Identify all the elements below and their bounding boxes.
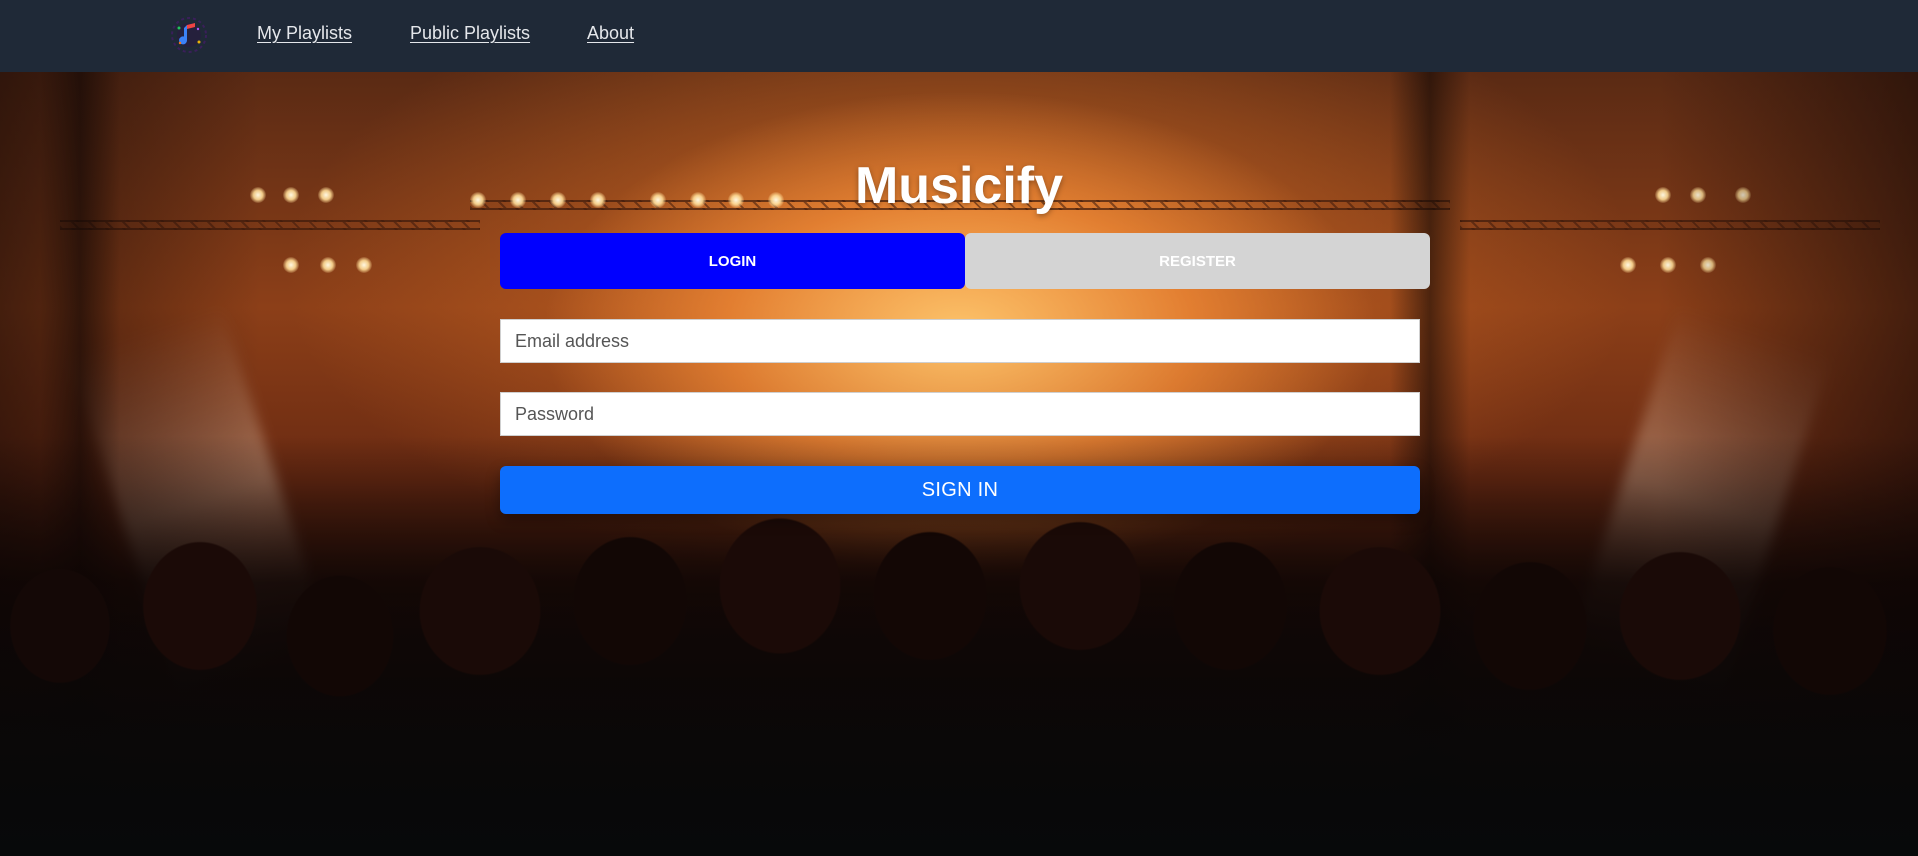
nav-link-my-playlists[interactable]: My Playlists [257,23,352,44]
tab-login[interactable]: LOGIN [500,233,965,289]
sign-in-button[interactable]: SIGN IN [500,466,1420,514]
music-note-logo-icon[interactable] [170,16,208,54]
password-input[interactable] [500,392,1420,436]
email-input[interactable] [500,319,1420,363]
nav-link-public-playlists[interactable]: Public Playlists [410,23,530,44]
tab-register[interactable]: REGISTER [965,233,1430,289]
nav-link-about[interactable]: About [587,23,634,44]
navbar: My Playlists Public Playlists About [0,0,1918,72]
app-title: Musicify [854,157,1064,215]
auth-tabs: LOGIN REGISTER [500,233,1430,289]
